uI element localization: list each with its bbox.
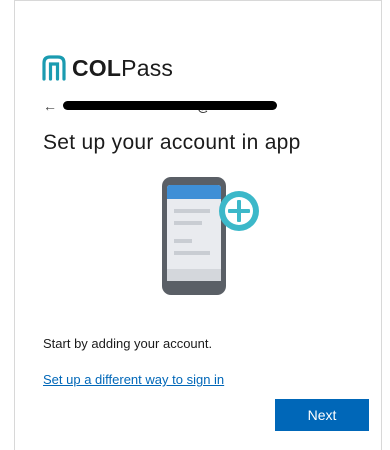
- instruction-text: Start by adding your account.: [43, 336, 213, 351]
- next-button[interactable]: Next: [275, 399, 369, 431]
- brand-logo: COLPass: [42, 53, 173, 83]
- brand-name: COLPass: [72, 55, 173, 81]
- brand-name-bold: COL: [72, 55, 122, 81]
- page-title: Set up your account in app: [43, 131, 301, 154]
- different-signin-link[interactable]: Set up a different way to sign in: [43, 372, 224, 387]
- phone-add-account-icon: [162, 177, 259, 295]
- back-arrow-icon[interactable]: ←: [43, 98, 57, 114]
- colpass-logo-icon: [42, 55, 66, 81]
- brand-name-regular: Pass: [121, 55, 174, 81]
- signin-panel: COLPass ← @ Set up your account in app S…: [14, 0, 382, 450]
- email-redaction: [63, 101, 277, 110]
